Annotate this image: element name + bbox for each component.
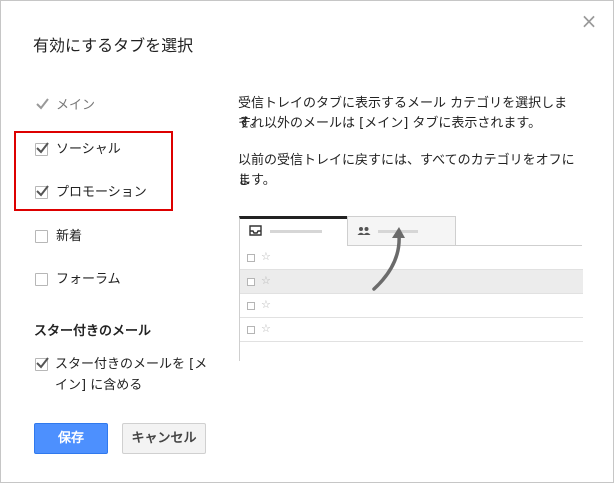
checkbox-starred[interactable] [35, 357, 49, 371]
option-promotions-label: プロモーション [56, 185, 147, 200]
checkbox-main [35, 97, 49, 112]
option-main: メイン [35, 96, 95, 116]
option-promotions[interactable]: プロモーション [35, 183, 147, 203]
option-updates-label: 新着 [56, 229, 83, 244]
option-social[interactable]: ソーシャル [35, 140, 121, 160]
save-button[interactable]: 保存 [34, 423, 108, 454]
tab-selection-dialog: 有効にするタブを選択 × メイン ソーシャル プロモーション 新着 フォーラム … [0, 0, 614, 483]
checkbox-promotions[interactable] [35, 184, 49, 199]
option-updates[interactable]: 新着 [35, 227, 82, 247]
cancel-button[interactable]: キャンセル [122, 423, 206, 454]
curved-arrow-icon [372, 227, 405, 291]
starred-label-line1: スター付きのメールを [メ [55, 357, 208, 372]
description-line2: それ以外のメールは [メイン] タブに表示されます。 [238, 116, 542, 131]
starred-label-line2: イン] に含める [55, 378, 143, 393]
checkmark-icon [36, 141, 49, 154]
option-main-label: メイン [56, 98, 96, 113]
checkbox-social[interactable] [35, 141, 49, 156]
checkmark-icon [36, 97, 49, 110]
description-line4: ます。 [238, 173, 276, 188]
close-icon[interactable]: × [579, 11, 599, 31]
option-forums[interactable]: フォーラム [35, 270, 121, 290]
dialog-title: 有効にするタブを選択 [33, 36, 194, 55]
option-social-label: ソーシャル [56, 142, 121, 157]
checkmark-icon [36, 357, 49, 369]
checkmark-icon [36, 184, 49, 197]
starred-section-title: スター付きのメール [34, 324, 152, 339]
checkbox-updates[interactable] [35, 229, 48, 243]
checkbox-forums[interactable] [35, 272, 48, 286]
inbox-preview: ☆ ☆ ☆ ☆ [239, 216, 583, 361]
option-forums-label: フォーラム [56, 272, 121, 287]
